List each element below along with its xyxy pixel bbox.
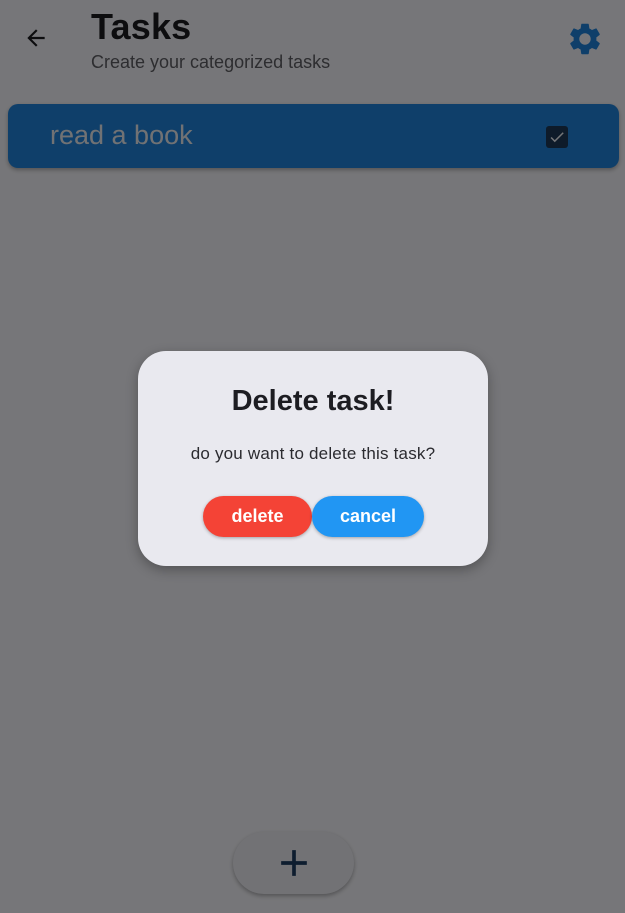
cancel-button[interactable]: cancel (312, 496, 424, 537)
delete-task-dialog: Delete task! do you want to delete this … (138, 351, 488, 566)
dialog-title: Delete task! (231, 385, 395, 417)
dialog-message: do you want to delete this task? (190, 444, 436, 463)
delete-button[interactable]: delete (203, 496, 312, 537)
